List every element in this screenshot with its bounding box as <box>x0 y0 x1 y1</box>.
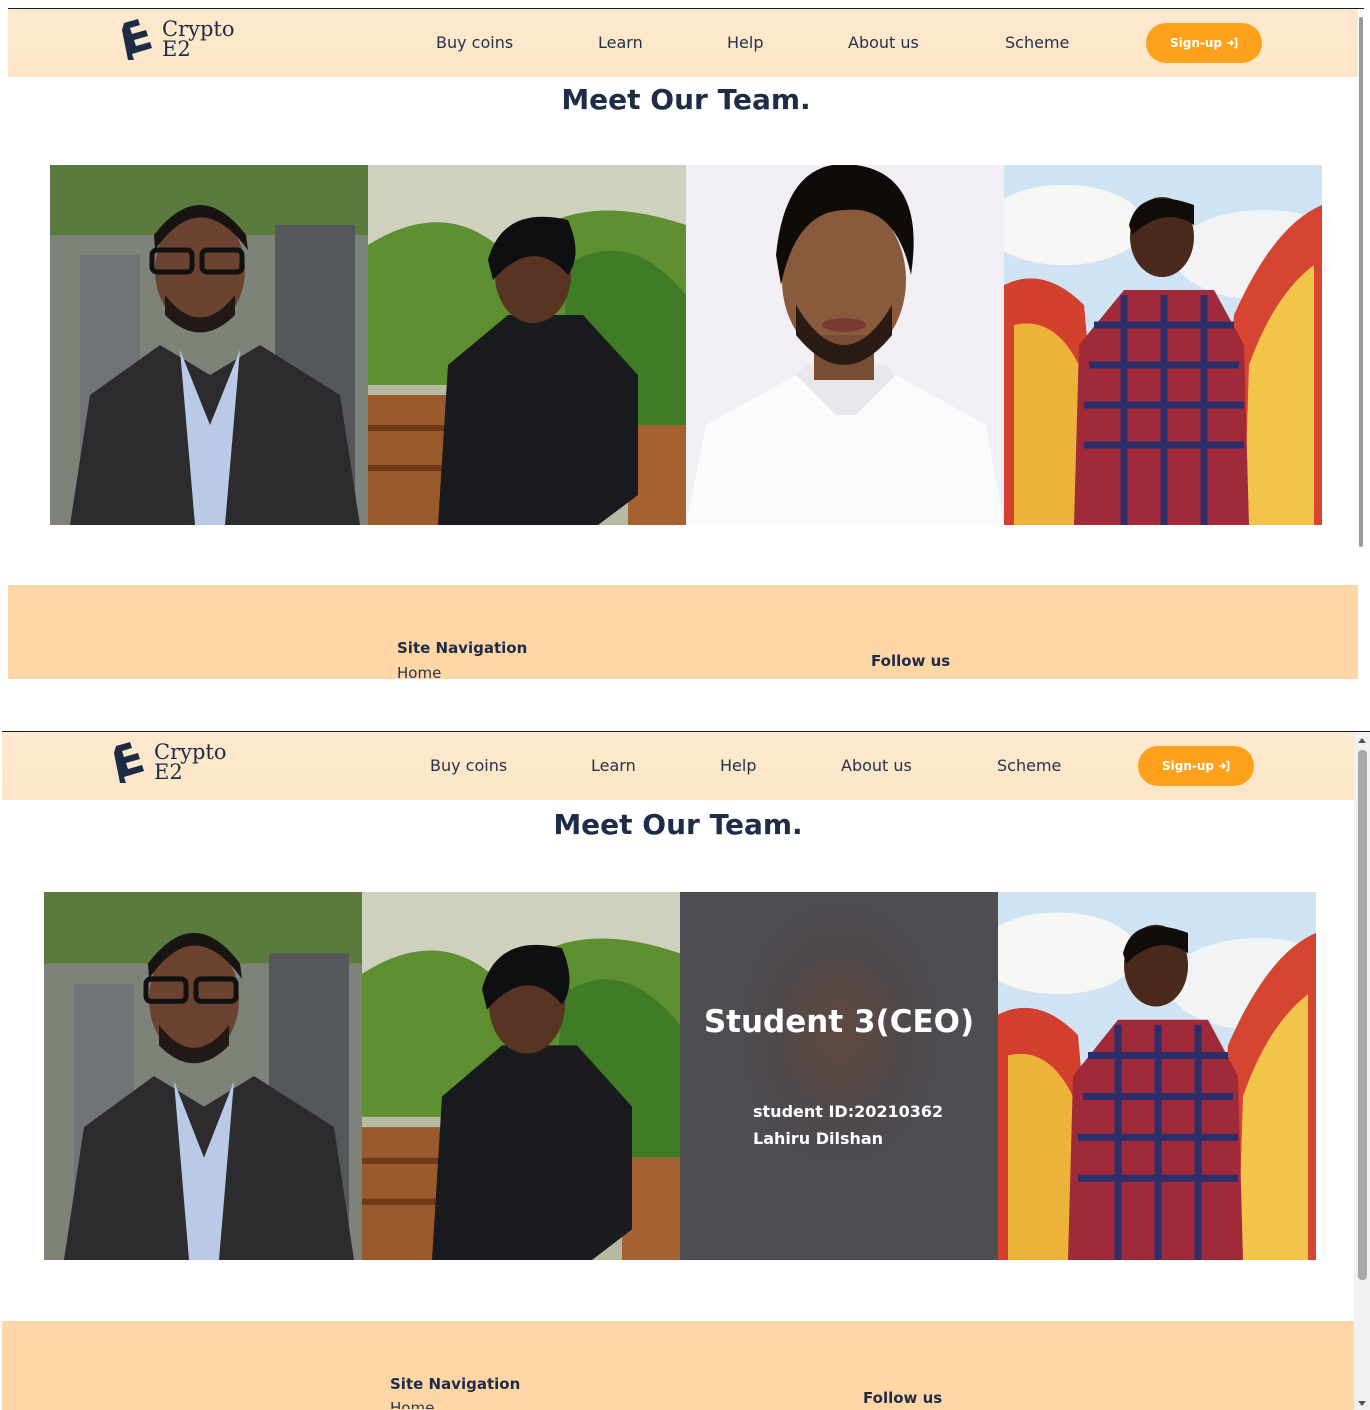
footer-link-home[interactable]: Home <box>390 1399 434 1409</box>
signup-label: Sign-up <box>1169 36 1222 50</box>
member-4-photo <box>1004 165 1322 525</box>
team-member-card-3[interactable] <box>686 165 1004 525</box>
nav-link-about-us[interactable]: About us <box>848 33 919 52</box>
nav-link-learn[interactable]: Learn <box>591 756 636 775</box>
team-member-card-4[interactable] <box>1004 165 1322 525</box>
page-view-default: Crypto E2 Buy coins Learn Help About us … <box>8 8 1364 679</box>
logo-mark-icon <box>114 742 144 783</box>
nav-link-buy-coins[interactable]: Buy coins <box>430 756 507 775</box>
footer-follow-heading: Follow us <box>863 1389 943 1407</box>
site-footer: Site Navigation Home Follow us <box>8 585 1364 679</box>
scrollbar-b[interactable] <box>1354 732 1370 1410</box>
brand-name-line1: Crypto <box>154 740 227 764</box>
nav-link-scheme[interactable]: Scheme <box>1005 33 1069 52</box>
team-member-card-2[interactable] <box>368 165 686 525</box>
nav-link-help[interactable]: Help <box>727 33 763 52</box>
team-member-card-1[interactable] <box>50 165 368 525</box>
signup-label: Sign-up <box>1161 759 1214 773</box>
team-title: Meet Our Team. <box>553 808 803 841</box>
member-3-student-id: student ID:20210362 <box>753 1102 944 1121</box>
team-gallery: Student 3(CEO) student ID:20210362 Lahir… <box>44 892 1316 1260</box>
brand-logo[interactable]: Crypto E2 <box>118 17 235 61</box>
member-2-photo <box>368 165 686 525</box>
member-3-hover-overlay: Student 3(CEO) student ID:20210362 Lahir… <box>680 892 998 1260</box>
site-footer: Site Navigation Home Follow us <box>2 1321 1354 1410</box>
team-member-card-3-hovered[interactable]: Student 3(CEO) student ID:20210362 Lahir… <box>680 892 998 1260</box>
member-2-photo <box>362 892 680 1260</box>
nav-link-buy-coins[interactable]: Buy coins <box>436 33 513 52</box>
member-4-photo <box>998 892 1316 1260</box>
page-view-hover: Crypto E2 Buy coins Learn Help About us … <box>2 731 1370 1410</box>
team-member-card-1[interactable] <box>44 892 362 1260</box>
sign-in-icon <box>1227 37 1238 49</box>
team-title: Meet Our Team. <box>561 83 811 116</box>
footer-site-navigation-heading: Site Navigation <box>397 639 528 657</box>
member-3-photo <box>686 165 1004 525</box>
brand-name-line2: E2 <box>162 37 191 61</box>
member-3-name: Lahiru Dilshan <box>753 1129 884 1148</box>
brand-name-line2: E2 <box>154 760 183 784</box>
top-navbar: Crypto E2 Buy coins Learn Help About us … <box>8 9 1364 77</box>
nav-link-help[interactable]: Help <box>720 756 756 775</box>
footer-link-home[interactable]: Home <box>397 664 441 679</box>
team-member-card-2[interactable] <box>362 892 680 1260</box>
signup-button[interactable]: Sign-up <box>1138 746 1254 786</box>
nav-link-learn[interactable]: Learn <box>598 33 643 52</box>
footer-follow-heading: Follow us <box>871 652 951 670</box>
nav-link-about-us[interactable]: About us <box>841 756 912 775</box>
sign-in-icon <box>1219 760 1230 772</box>
top-navbar: Crypto E2 Buy coins Learn Help About us … <box>2 732 1354 800</box>
scroll-down-arrow-icon[interactable] <box>1358 1401 1366 1406</box>
member-1-photo <box>50 165 368 525</box>
brand-name-line1: Crypto <box>162 17 235 41</box>
scroll-up-arrow-icon[interactable] <box>1358 738 1366 743</box>
scrollbar-a[interactable] <box>1358 9 1364 679</box>
brand-logo[interactable]: Crypto E2 <box>110 740 227 784</box>
member-3-role-title: Student 3(CEO) <box>703 1004 975 1040</box>
signup-button[interactable]: Sign-up <box>1146 23 1262 63</box>
logo-mark-icon <box>122 19 152 60</box>
team-member-card-4[interactable] <box>998 892 1316 1260</box>
team-gallery <box>50 165 1322 525</box>
scrollbar-thumb-a[interactable] <box>1359 17 1363 547</box>
footer-site-navigation-heading: Site Navigation <box>390 1375 521 1393</box>
nav-link-scheme[interactable]: Scheme <box>997 756 1061 775</box>
scrollbar-thumb-b[interactable] <box>1358 750 1367 1280</box>
member-1-photo <box>44 892 362 1260</box>
